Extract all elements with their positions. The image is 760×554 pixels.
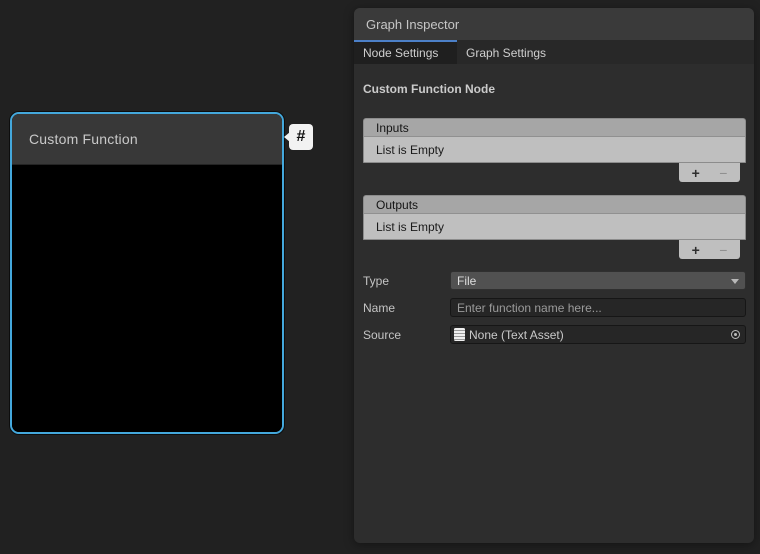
name-row: Name [363, 298, 746, 317]
inspector-tabbar: Node Settings Graph Settings [354, 40, 754, 64]
tab-graph-settings[interactable]: Graph Settings [457, 40, 558, 64]
outputs-list: Outputs List is Empty + − [363, 195, 746, 261]
tab-node-settings[interactable]: Node Settings [354, 40, 457, 64]
graph-inspector-title: Graph Inspector [366, 17, 459, 32]
source-row: Source None (Text Asset) [363, 325, 746, 344]
inputs-list-empty-row: List is Empty [363, 137, 746, 163]
minus-icon: − [719, 242, 727, 258]
node-hash-badge[interactable]: # [289, 124, 313, 150]
inputs-list-header: Inputs [363, 118, 746, 137]
source-label: Source [363, 328, 450, 342]
node-title: Custom Function [29, 131, 138, 147]
inputs-remove-button[interactable]: − [712, 164, 734, 181]
type-dropdown-value: File [457, 274, 476, 288]
outputs-empty-label: List is Empty [376, 220, 444, 234]
outputs-list-header: Outputs [363, 195, 746, 214]
hash-icon: # [297, 128, 306, 146]
inspector-content: Custom Function Node Inputs List is Empt… [354, 64, 754, 344]
outputs-add-button[interactable]: + [685, 241, 707, 258]
function-name-input[interactable] [450, 298, 746, 317]
section-title: Custom Function Node [363, 82, 746, 96]
name-label: Name [363, 301, 450, 315]
outputs-list-footer: + − [679, 240, 740, 259]
tab-graph-settings-label: Graph Settings [466, 46, 546, 60]
node-header[interactable]: Custom Function [12, 114, 282, 165]
inputs-list-footer: + − [679, 163, 740, 182]
inputs-list-footer-row: + − [363, 163, 746, 184]
type-label: Type [363, 274, 450, 288]
inputs-empty-label: List is Empty [376, 143, 444, 157]
inputs-list: Inputs List is Empty + − [363, 118, 746, 184]
badge-tail-icon [284, 132, 290, 142]
outputs-list-footer-row: + − [363, 240, 746, 261]
plus-icon: + [692, 242, 700, 258]
inputs-list-header-label: Inputs [376, 121, 409, 135]
source-object-field[interactable]: None (Text Asset) [450, 325, 746, 344]
tab-node-settings-label: Node Settings [363, 46, 438, 60]
minus-icon: − [719, 165, 727, 181]
chevron-down-icon [731, 279, 739, 284]
object-picker-icon[interactable] [731, 330, 740, 339]
type-dropdown[interactable]: File [450, 271, 746, 290]
source-object-value: None (Text Asset) [469, 328, 564, 342]
outputs-list-empty-row: List is Empty [363, 214, 746, 240]
inputs-add-button[interactable]: + [685, 164, 707, 181]
graph-inspector-titlebar[interactable]: Graph Inspector [354, 8, 754, 40]
outputs-remove-button[interactable]: − [712, 241, 734, 258]
plus-icon: + [692, 165, 700, 181]
property-fields: Type File Name Source [363, 271, 746, 344]
node-preview-body [12, 165, 282, 434]
outputs-list-header-label: Outputs [376, 198, 418, 212]
type-row: Type File [363, 271, 746, 290]
graph-inspector-panel: Graph Inspector Node Settings Graph Sett… [354, 8, 754, 543]
custom-function-node[interactable]: Custom Function [10, 112, 284, 434]
text-asset-icon [454, 328, 465, 341]
graph-canvas[interactable]: Custom Function # Graph Inspector Node S… [0, 0, 760, 554]
